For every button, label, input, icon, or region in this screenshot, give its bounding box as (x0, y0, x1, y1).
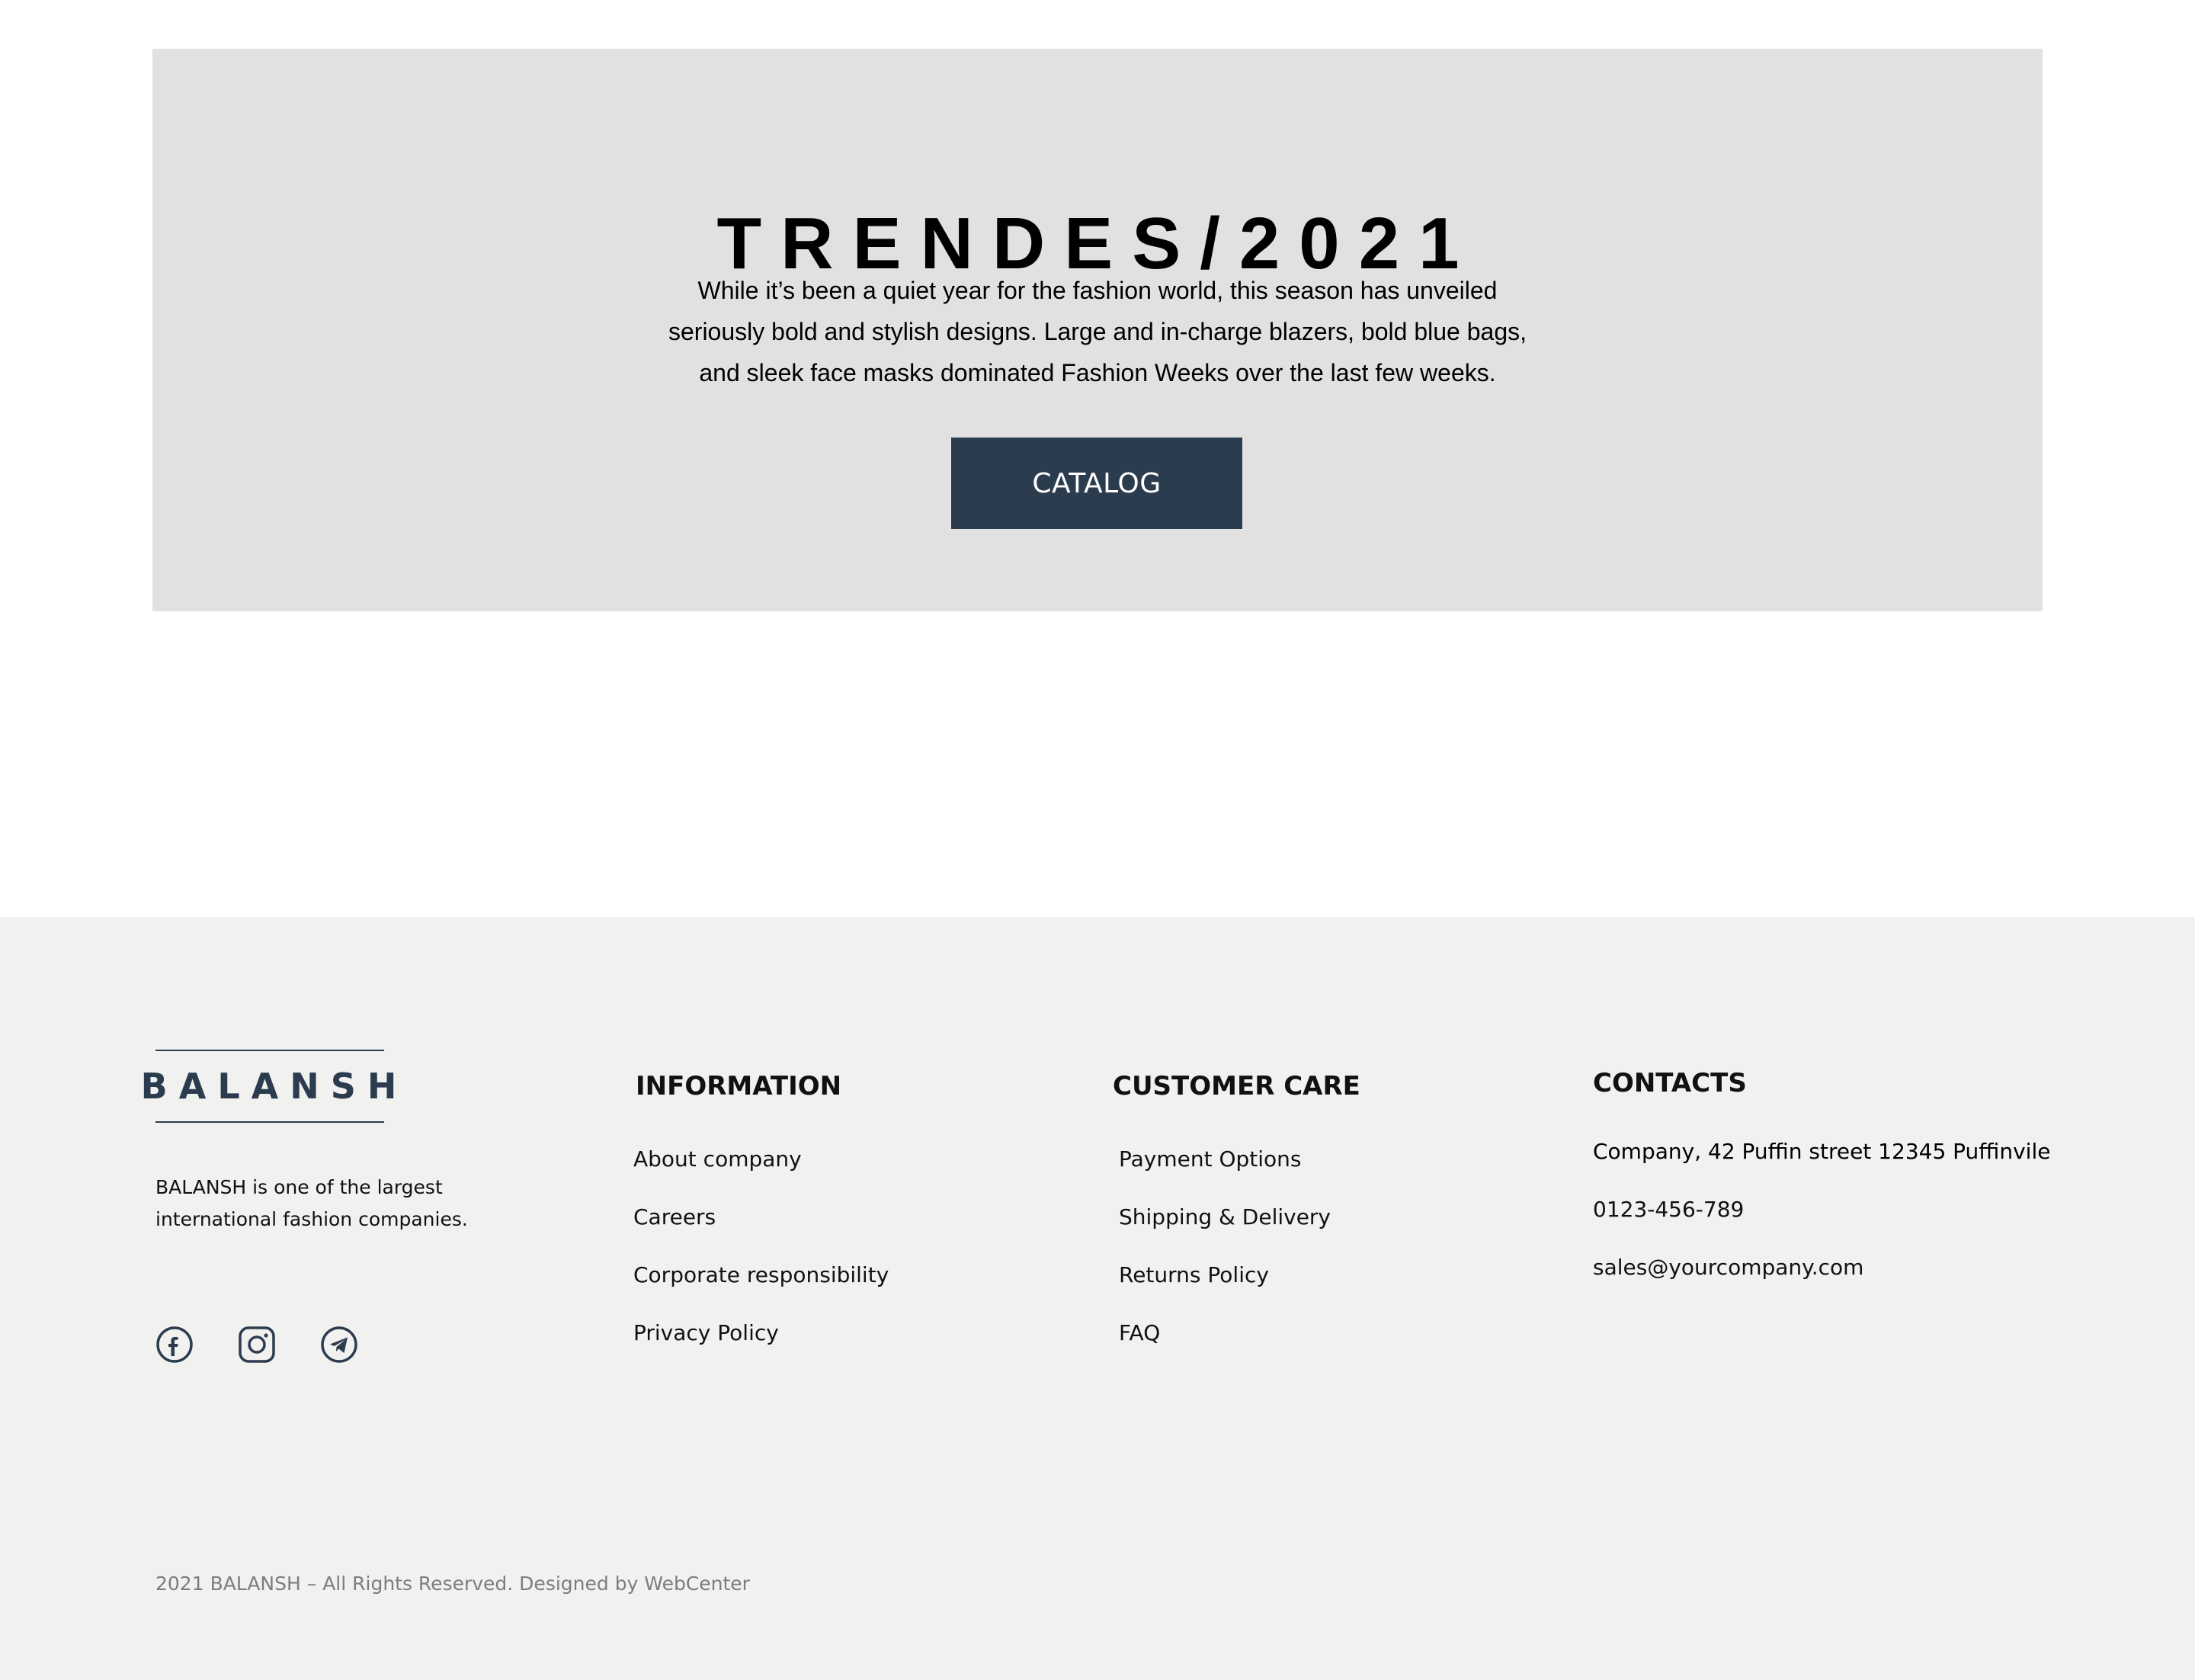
careers-link[interactable]: Careers (633, 1204, 716, 1230)
balansh-logo[interactable]: BALANSH (141, 1050, 396, 1123)
catalog-button[interactable]: CATALOG (951, 438, 1242, 529)
hero-description: While it’s been a quiet year for the fas… (668, 277, 1527, 386)
hero-banner: TRENDES/2021 While it’s been a quiet yea… (152, 49, 2043, 611)
telegram-icon[interactable] (320, 1326, 358, 1364)
faq-link[interactable]: FAQ (1119, 1320, 1160, 1345)
payment-options-link[interactable]: Payment Options (1119, 1146, 1302, 1172)
footer-link-item: About company (633, 1146, 889, 1173)
contacts-heading: CONTACTS (1593, 1068, 1747, 1098)
site-footer: BALANSH BALANSH is one of the largest in… (0, 917, 2195, 1680)
footer-link-item: FAQ (1119, 1319, 1360, 1347)
contact-email-link[interactable]: sales@yourcompany.com (1593, 1255, 1863, 1280)
contacts-column: CONTACTS Company, 42 Puffin street 12345… (1593, 1066, 2050, 1312)
footer-link-item: 0123-456-789 (1593, 1196, 2050, 1223)
contact-address: Company, 42 Puffin street 12345 Puffinvi… (1593, 1139, 2051, 1164)
customer-care-column: CUSTOMER CARE Payment Options Shipping &… (1113, 1069, 1360, 1377)
footer-link-item: Returns Policy (1119, 1262, 1360, 1289)
company-description: BALANSH is one of the largest internatio… (155, 1176, 468, 1230)
footer-link-item: Corporate responsibility (633, 1262, 889, 1289)
privacy-policy-link[interactable]: Privacy Policy (633, 1320, 779, 1345)
information-column: INFORMATION About company Careers Corpor… (633, 1069, 889, 1377)
footer-link-item: Shipping & Delivery (1119, 1204, 1360, 1231)
contact-phone-link[interactable]: 0123-456-789 (1593, 1197, 1744, 1222)
about-company-link[interactable]: About company (633, 1146, 802, 1172)
footer-link-item: Privacy Policy (633, 1319, 889, 1347)
footer-link-item: Payment Options (1119, 1146, 1360, 1173)
instagram-icon[interactable] (238, 1326, 276, 1364)
corporate-responsibility-link[interactable]: Corporate responsibility (633, 1262, 889, 1287)
shipping-delivery-link[interactable]: Shipping & Delivery (1119, 1204, 1331, 1230)
footer-link-item: Careers (633, 1204, 889, 1231)
copyright-text: 2021 BALANSH – All Rights Reserved. Desi… (155, 1573, 750, 1595)
social-links (155, 1326, 358, 1364)
facebook-icon[interactable] (155, 1326, 194, 1364)
information-heading: INFORMATION (636, 1071, 842, 1101)
customer-care-heading: CUSTOMER CARE (1113, 1071, 1360, 1101)
returns-policy-link[interactable]: Returns Policy (1119, 1262, 1269, 1287)
footer-link-item: sales@yourcompany.com (1593, 1254, 2050, 1281)
